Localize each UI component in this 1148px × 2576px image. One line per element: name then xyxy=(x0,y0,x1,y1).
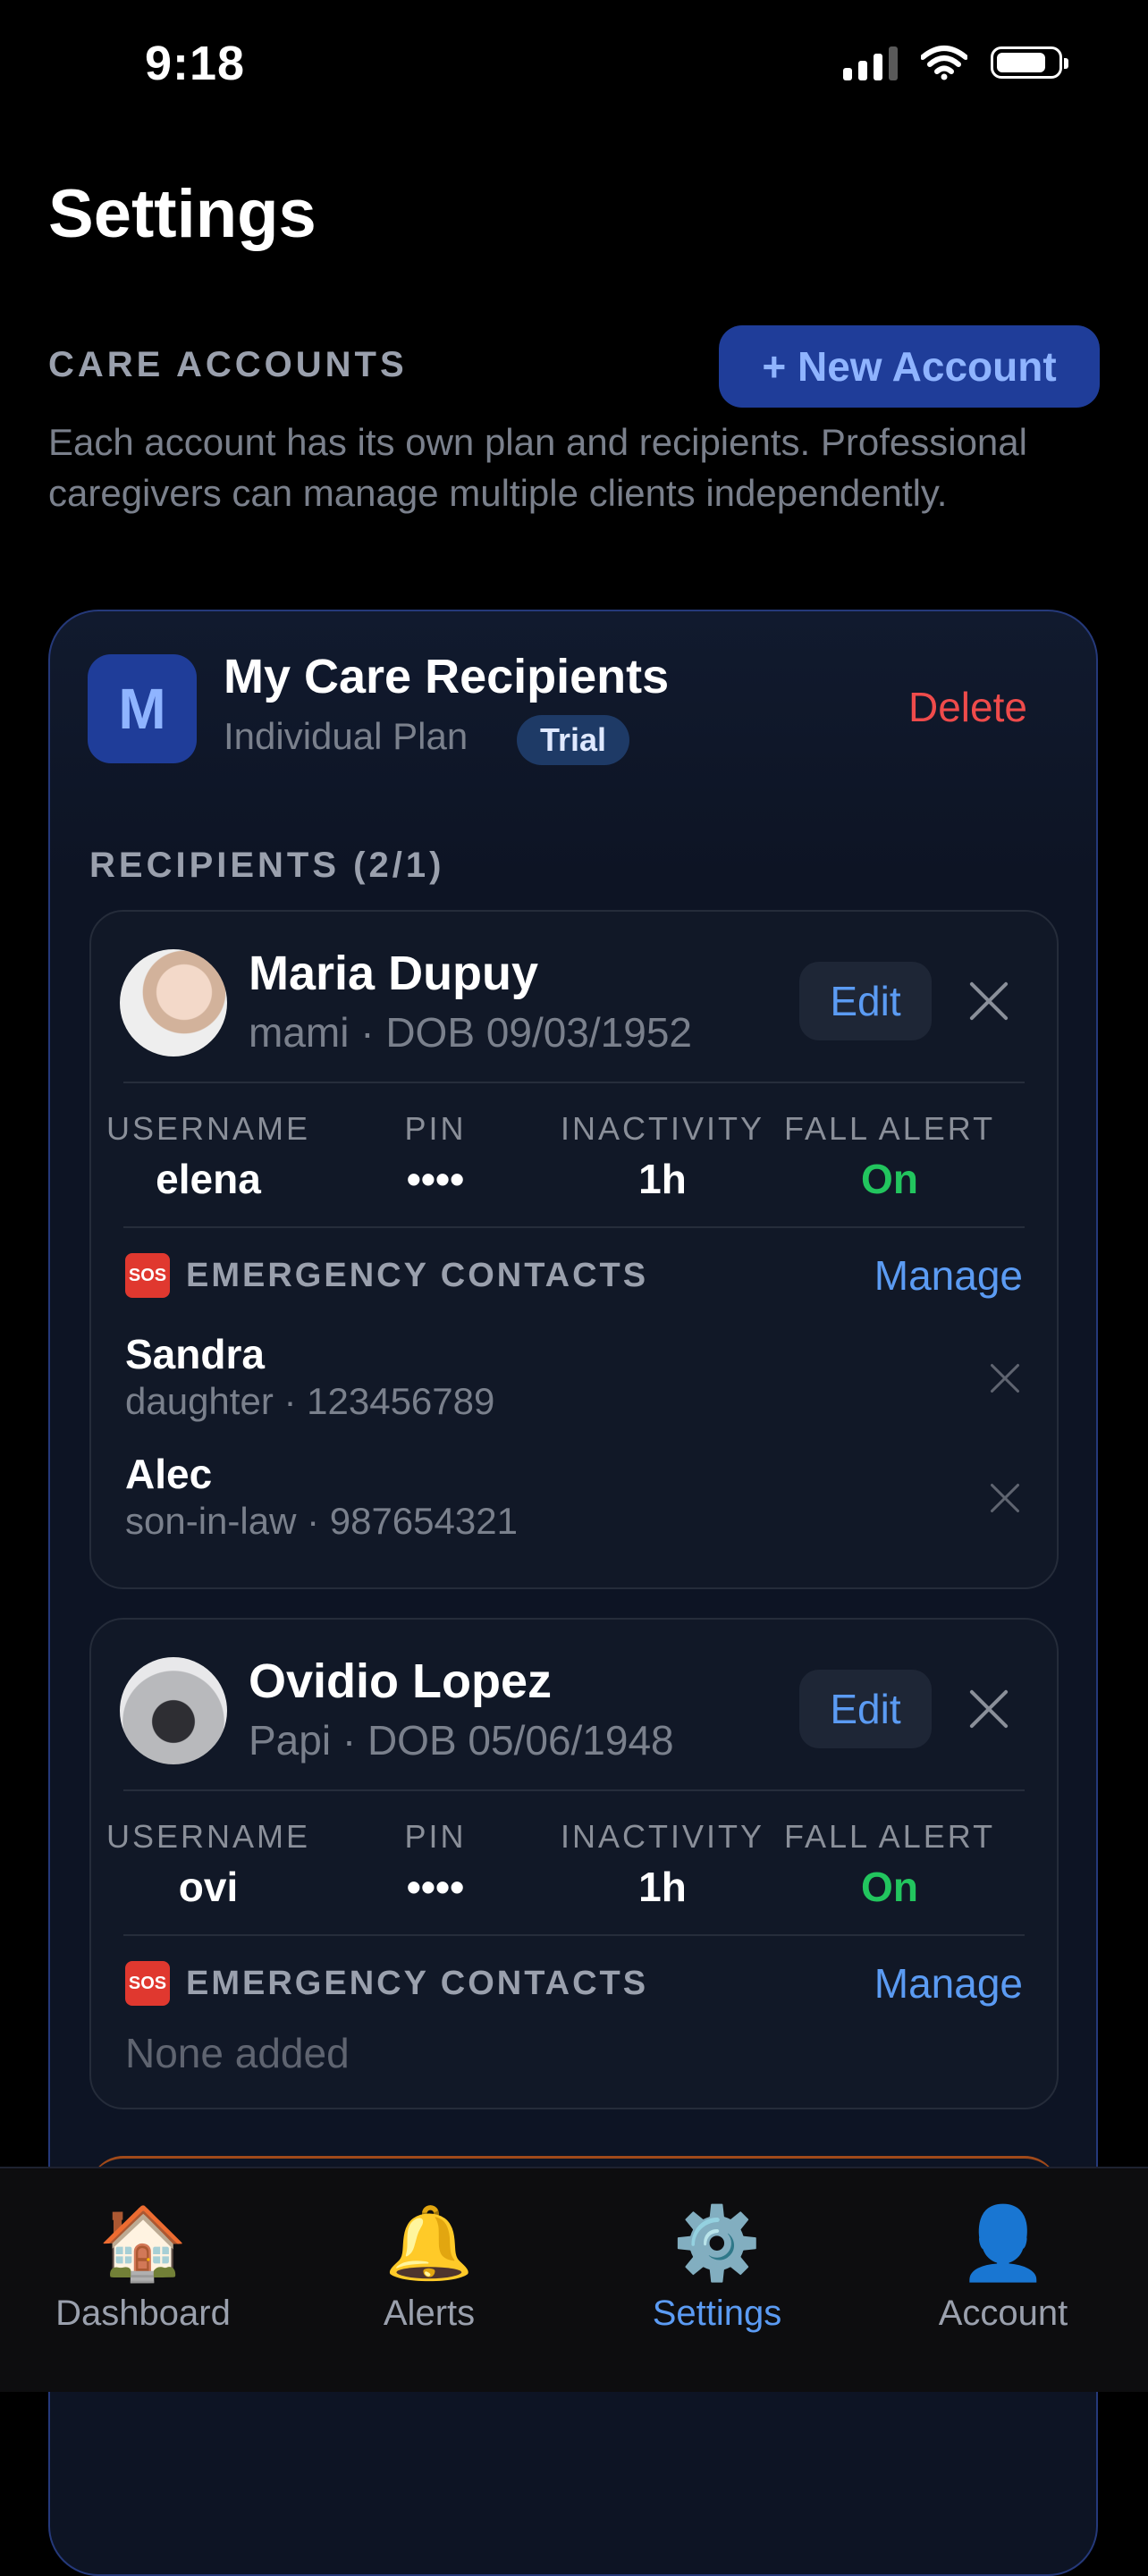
stat-label-pin: PIN xyxy=(404,1110,467,1147)
bell-icon: 🔔 xyxy=(384,2203,474,2283)
tab-alerts[interactable]: 🔔 Alerts xyxy=(295,2199,563,2334)
contact-detail: daughter · 123456789 xyxy=(125,1380,495,1422)
tab-label: Account xyxy=(938,2294,1068,2333)
recipient-name: Maria Dupuy xyxy=(249,947,539,1000)
stat-label-inactivity: INACTIVITY xyxy=(560,1110,765,1147)
close-icon[interactable] xyxy=(966,1686,1012,1732)
sos-icon: SOS xyxy=(125,1961,170,2006)
manage-contacts-button[interactable]: Manage xyxy=(874,1959,1023,2008)
tab-label: Dashboard xyxy=(55,2294,231,2333)
page-title: Settings xyxy=(48,176,317,252)
stat-label-fall-alert: FALL ALERT xyxy=(783,1818,996,1855)
account-plan: Individual Plan xyxy=(224,715,468,757)
divider xyxy=(123,1934,1025,1936)
close-icon[interactable] xyxy=(966,978,1012,1024)
manage-contacts-button[interactable]: Manage xyxy=(874,1251,1023,1300)
stat-label-fall-alert: FALL ALERT xyxy=(783,1110,996,1147)
contact-name: Alec xyxy=(125,1451,213,1497)
recipient-card-maria: Maria Dupuy mami · DOB 09/03/1952 Edit U… xyxy=(89,910,1059,1589)
status-time: 9:18 xyxy=(145,37,246,90)
battery-icon xyxy=(991,46,1068,79)
account-name: My Care Recipients xyxy=(224,650,670,703)
stat-value-fall-alert: On xyxy=(861,1156,918,1202)
edit-recipient-button[interactable]: Edit xyxy=(799,1670,932,1748)
recipients-label: RECIPIENTS (2/1) xyxy=(89,846,445,885)
recipient-subtitle: mami · DOB 09/03/1952 xyxy=(249,1009,693,1056)
stat-label-username: USERNAME xyxy=(106,1110,311,1147)
stat-value-username: elena xyxy=(156,1156,261,1202)
recipient-name: Ovidio Lopez xyxy=(249,1654,553,1708)
tab-account[interactable]: 👤 Account xyxy=(869,2199,1137,2334)
delete-account-button[interactable]: Delete xyxy=(908,683,1027,731)
stat-label-pin: PIN xyxy=(404,1818,467,1855)
tab-settings[interactable]: ⚙️ Settings xyxy=(583,2199,851,2334)
divider xyxy=(123,1226,1025,1228)
tab-dashboard[interactable]: 🏠 Dashboard xyxy=(9,2199,277,2334)
contact-name: Sandra xyxy=(125,1331,265,1377)
stat-label-username: USERNAME xyxy=(106,1818,311,1855)
status-icons xyxy=(843,45,1068,80)
recipient-card-ovidio: Ovidio Lopez Papi · DOB 05/06/1948 Edit … xyxy=(89,1618,1059,2109)
care-accounts-label: CARE ACCOUNTS xyxy=(48,345,408,384)
stat-value-inactivity: 1h xyxy=(638,1156,687,1202)
tab-label: Alerts xyxy=(383,2294,476,2333)
emergency-contacts-label: EMERGENCY CONTACTS xyxy=(186,1965,649,2002)
remove-contact-icon[interactable] xyxy=(982,1355,1028,1402)
remove-contact-icon[interactable] xyxy=(982,1475,1028,1521)
stat-value-pin: •••• xyxy=(406,1864,465,1910)
recipient-subtitle: Papi · DOB 05/06/1948 xyxy=(249,1717,674,1764)
avatar xyxy=(120,1657,227,1764)
care-accounts-description: Each account has its own plan and recipi… xyxy=(48,421,1027,514)
contact-detail: son-in-law · 987654321 xyxy=(125,1500,518,1542)
stat-value-fall-alert: On xyxy=(861,1864,918,1910)
divider xyxy=(123,1082,1025,1083)
wifi-icon xyxy=(921,46,967,80)
stat-value-inactivity: 1h xyxy=(638,1864,687,1910)
stat-label-inactivity: INACTIVITY xyxy=(560,1818,765,1855)
no-contacts-text: None added xyxy=(125,2030,350,2076)
person-icon: 👤 xyxy=(958,2203,1048,2283)
edit-recipient-button[interactable]: Edit xyxy=(799,962,932,1040)
trial-badge: Trial xyxy=(517,715,630,765)
house-icon: 🏠 xyxy=(98,2203,188,2283)
account-avatar: M xyxy=(88,654,197,763)
gear-icon: ⚙️ xyxy=(672,2203,762,2283)
signal-icon xyxy=(843,45,898,80)
stat-value-username: ovi xyxy=(178,1864,239,1910)
divider xyxy=(123,1789,1025,1791)
new-account-button[interactable]: + New Account xyxy=(719,325,1100,408)
sos-icon: SOS xyxy=(125,1253,170,1298)
tab-bar: 🏠 Dashboard 🔔 Alerts ⚙️ Settings 👤 Accou… xyxy=(0,2167,1148,2392)
stat-value-pin: •••• xyxy=(406,1156,465,1202)
tab-label: Settings xyxy=(652,2294,782,2333)
avatar xyxy=(120,949,227,1056)
emergency-contacts-label: EMERGENCY CONTACTS xyxy=(186,1257,649,1294)
